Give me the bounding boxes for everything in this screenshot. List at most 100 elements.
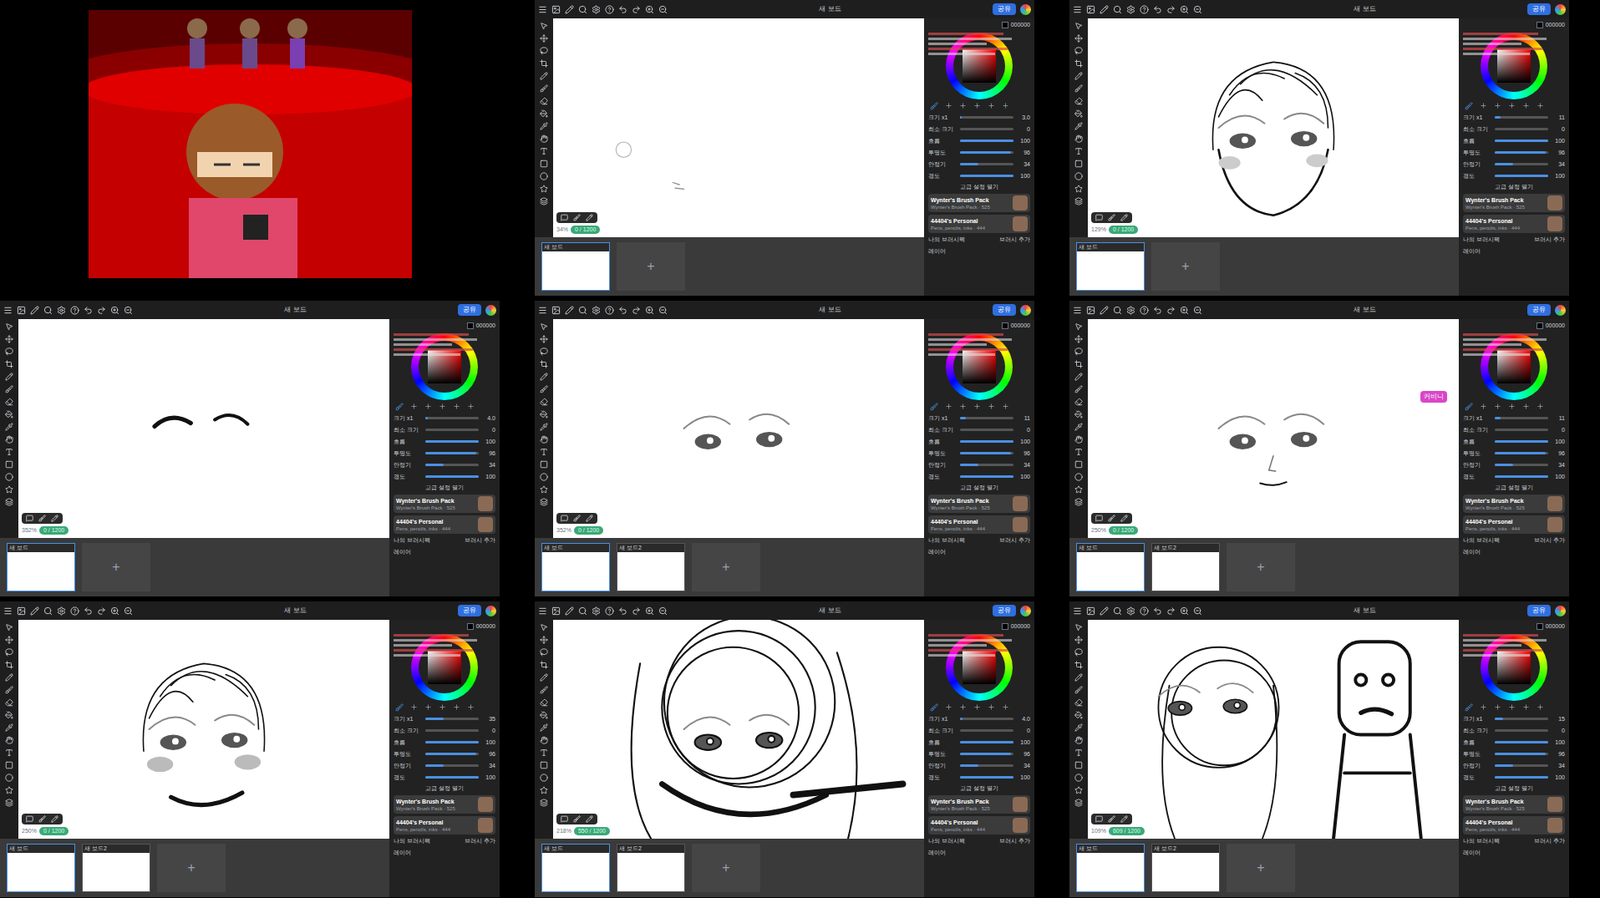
rectangle-icon[interactable]: [539, 761, 549, 770]
search-icon[interactable]: [43, 606, 53, 616]
add-brush-button[interactable]: 브러시 추가: [464, 837, 496, 847]
bucket-icon[interactable]: [5, 410, 14, 419]
hand-icon[interactable]: [539, 736, 549, 745]
brush-icon[interactable]: [38, 815, 46, 823]
brush-slider[interactable]: 투명도96: [928, 147, 1031, 158]
slider-track[interactable]: [960, 440, 1014, 443]
brush-slider[interactable]: 안정기34: [1462, 159, 1565, 169]
my-packs-toggle[interactable]: 나의 브러시팩: [393, 536, 431, 546]
brush-slider[interactable]: 경도100: [928, 472, 1031, 482]
slider-track[interactable]: [960, 452, 1014, 455]
menu-icon[interactable]: [538, 305, 548, 315]
pencil-icon[interactable]: [585, 815, 594, 823]
brush-icon[interactable]: [1107, 514, 1116, 523]
pencil-icon[interactable]: [1099, 305, 1109, 315]
zoom-in-icon[interactable]: [1179, 606, 1189, 616]
undo-icon[interactable]: [1153, 5, 1163, 15]
move-icon[interactable]: [5, 335, 14, 344]
board-thumbnail[interactable]: 새 보드2: [616, 843, 686, 893]
slider-track[interactable]: [425, 428, 479, 432]
brush-pack-card[interactable]: Wynter's Brush PackWynter's Brush Pack ·…: [1462, 795, 1565, 814]
pointer-icon[interactable]: [5, 322, 14, 331]
move-icon[interactable]: [5, 635, 14, 645]
brush-slider[interactable]: 안정기34: [928, 761, 1031, 771]
brush-slider[interactable]: 최소 크기0: [1462, 726, 1565, 736]
add-board-button[interactable]: +: [691, 543, 761, 592]
slider-track[interactable]: [960, 116, 1014, 119]
image-icon[interactable]: [1086, 5, 1096, 15]
zoom-in-icon[interactable]: [1179, 5, 1189, 15]
brush-slider[interactable]: 경도100: [1462, 472, 1565, 482]
slider-track[interactable]: [1494, 764, 1549, 767]
text-icon[interactable]: [1074, 447, 1083, 457]
add-brush-button[interactable]: 브러시 추가: [999, 235, 1031, 245]
brush-slider[interactable]: 크기 x111: [1462, 112, 1565, 122]
add-slot-icon[interactable]: [973, 101, 981, 110]
layers-icon[interactable]: [539, 497, 549, 507]
pencil-icon[interactable]: [50, 815, 59, 823]
share-button[interactable]: 공유: [992, 3, 1016, 16]
slider-track[interactable]: [1494, 416, 1549, 420]
add-brush-button[interactable]: 브러시 추가: [1533, 837, 1565, 847]
pencil-icon[interactable]: [1074, 372, 1083, 381]
brush-pack-card[interactable]: Wynter's Brush PackWynter's Brush Pack ·…: [393, 494, 496, 514]
my-packs-toggle[interactable]: 나의 브러시팩: [928, 536, 966, 546]
zoom-out-icon[interactable]: [658, 305, 668, 315]
brush-slider[interactable]: 최소 크기0: [928, 425, 1031, 435]
advanced-settings-button[interactable]: 고급 설정 열기: [393, 784, 496, 794]
layers-label[interactable]: 레이어: [1462, 848, 1565, 859]
canvas[interactable]: 218%550 / 1200: [553, 619, 925, 839]
add-slot-icon[interactable]: [959, 101, 967, 110]
slider-track[interactable]: [960, 139, 1014, 143]
eraser-icon[interactable]: [539, 698, 549, 707]
search-icon[interactable]: [578, 5, 588, 15]
move-icon[interactable]: [1074, 335, 1083, 344]
star-icon[interactable]: [1074, 485, 1083, 494]
add-slot-icon[interactable]: [1493, 101, 1502, 110]
layers-icon[interactable]: [1074, 497, 1083, 507]
brush-slider[interactable]: 최소 크기0: [928, 726, 1031, 736]
settings-icon[interactable]: [56, 305, 67, 315]
layers-label[interactable]: 레이어: [1462, 247, 1565, 257]
pencil-icon[interactable]: [539, 71, 549, 81]
chat-icon[interactable]: [560, 815, 569, 823]
brush-pack-card[interactable]: 44404's PersonalPens, pencils, inks · 44…: [928, 515, 1031, 534]
brush-icon[interactable]: [573, 213, 581, 222]
layers-icon[interactable]: [5, 497, 14, 507]
brush-slider[interactable]: 경도100: [393, 472, 496, 482]
brush-slider[interactable]: 경도100: [1462, 772, 1565, 783]
color-swatch[interactable]: [1001, 322, 1009, 330]
zoom-out-icon[interactable]: [1193, 305, 1203, 315]
eraser-icon[interactable]: [1074, 698, 1083, 707]
rectangle-icon[interactable]: [1074, 460, 1083, 469]
text-icon[interactable]: [1074, 147, 1083, 156]
eraser-icon[interactable]: [1074, 397, 1083, 407]
add-board-button[interactable]: +: [157, 843, 226, 893]
slider-track[interactable]: [425, 440, 479, 443]
brush-icon[interactable]: [539, 84, 549, 93]
board-thumbnail[interactable]: 새 보드2: [1151, 543, 1220, 592]
menu-icon[interactable]: [1072, 305, 1082, 315]
advanced-settings-button[interactable]: 고급 설정 열기: [928, 182, 1031, 193]
pipette-icon[interactable]: [539, 723, 549, 732]
pencil-icon[interactable]: [5, 372, 14, 381]
text-icon[interactable]: [539, 447, 549, 457]
slider-track[interactable]: [1494, 717, 1549, 721]
my-packs-toggle[interactable]: 나의 브러시팩: [928, 235, 966, 245]
brush-slider[interactable]: 투명도96: [928, 749, 1031, 759]
slider-track[interactable]: [1494, 752, 1549, 756]
board-thumbnail[interactable]: 새 보드: [1076, 843, 1145, 893]
brush-pack-card[interactable]: 44404's PersonalPens, pencils, inks · 44…: [928, 214, 1031, 234]
text-icon[interactable]: [539, 147, 549, 156]
undo-icon[interactable]: [83, 606, 93, 616]
hex-value[interactable]: 000000: [476, 622, 496, 632]
slider-track[interactable]: [1494, 174, 1549, 178]
brush-slider[interactable]: 경도100: [1462, 171, 1565, 181]
slider-track[interactable]: [425, 452, 479, 455]
color-swatch[interactable]: [1536, 322, 1544, 330]
add-slot-icon[interactable]: [1508, 402, 1516, 411]
brush-icon[interactable]: [539, 385, 549, 394]
menu-icon[interactable]: [3, 606, 13, 616]
settings-icon[interactable]: [591, 606, 601, 616]
pencil-icon[interactable]: [1074, 673, 1083, 682]
